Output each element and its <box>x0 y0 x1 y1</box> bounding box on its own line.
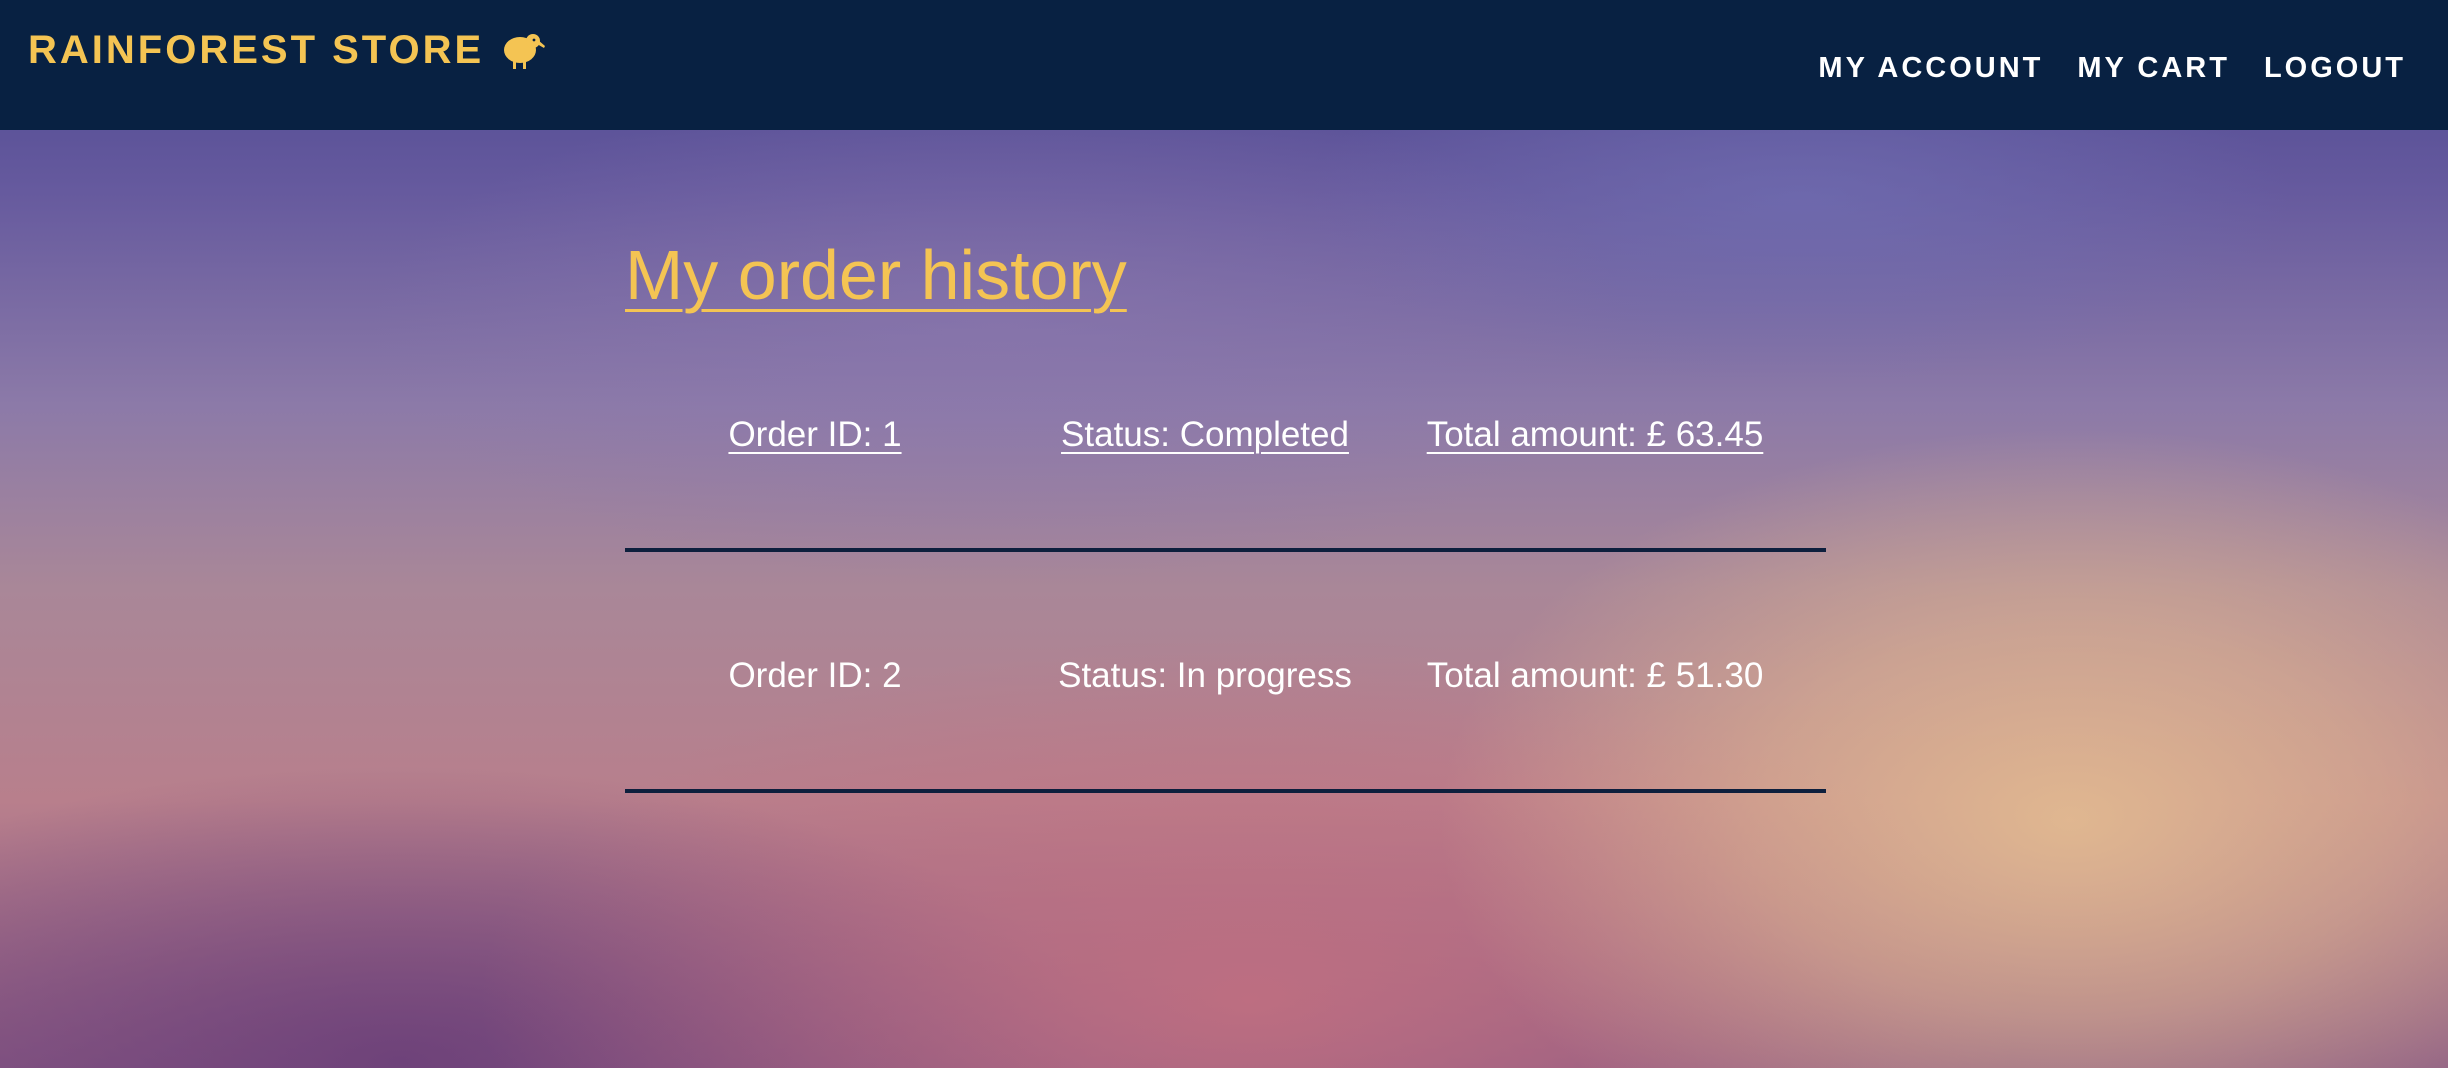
nav-my-account[interactable]: MY ACCOUNT <box>1818 46 2043 90</box>
order-history-section: My order history Order ID: 1 Status: Com… <box>625 220 1826 793</box>
nav-my-cart[interactable]: MY CART <box>2077 46 2230 90</box>
kiwi-bird-icon <box>498 29 546 71</box>
order-list: Order ID: 1 Status: Completed Total amou… <box>625 382 1826 864</box>
top-navbar: RAINFOREST STORE MY ACCOUNT MY CART LOGO… <box>0 0 2448 130</box>
row-divider <box>625 789 1826 793</box>
brand-link[interactable]: RAINFOREST STORE <box>28 24 546 76</box>
main-nav: MY ACCOUNT MY CART LOGOUT <box>1818 46 2406 90</box>
page-title: My order history <box>625 236 1127 314</box>
order-status: Status: Completed <box>1061 415 1349 454</box>
order-total: Total amount: £ 51.30 <box>1426 656 1764 695</box>
order-row[interactable]: Order ID: 2 Status: In progress Total am… <box>625 623 1826 864</box>
row-divider <box>625 548 1826 552</box>
order-id: Order ID: 1 <box>728 415 902 454</box>
order-status: Status: In progress <box>1058 656 1352 695</box>
nav-logout[interactable]: LOGOUT <box>2264 46 2406 90</box>
brand-name: RAINFOREST STORE <box>28 27 485 72</box>
order-row[interactable]: Order ID: 1 Status: Completed Total amou… <box>625 382 1826 623</box>
order-id: Order ID: 2 <box>728 656 902 695</box>
order-total: Total amount: £ 63.45 <box>1426 415 1764 454</box>
